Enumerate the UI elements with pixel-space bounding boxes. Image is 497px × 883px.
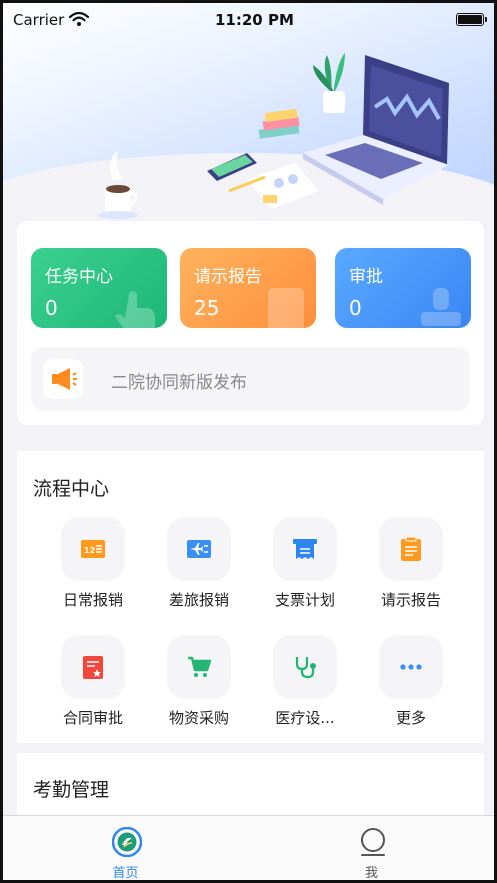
stethoscope-icon [295, 657, 316, 679]
battery-icon [456, 13, 487, 26]
document-icon [268, 288, 304, 328]
contract-icon [83, 656, 103, 679]
hand-pointer-icon [115, 291, 155, 328]
carrier-label: Carrier [13, 11, 65, 29]
tab-bar: 首页 我 [3, 815, 494, 880]
report-icon [401, 537, 421, 561]
grid-item-label: 日常报销 [62, 591, 123, 609]
section-title: 考勤管理 [33, 779, 110, 801]
check-plan-button[interactable]: 支票计划 [260, 517, 350, 617]
app-screen: Carrier 11:20 PM 任务中心 0 请示报告 25 审批 0 二院协… [0, 0, 497, 883]
profile-icon [361, 828, 385, 856]
material-purchase-button[interactable]: 物资采购 [154, 635, 244, 735]
tile-count: 0 [45, 296, 58, 320]
tab-home[interactable]: 首页 [3, 816, 248, 881]
more-button[interactable]: 更多 [366, 635, 456, 735]
grid-item-label: 物资采购 [168, 709, 229, 727]
grid-item-label: 合同审批 [62, 709, 123, 727]
approval-tile[interactable]: 审批 0 [335, 248, 471, 328]
wifi-icon [69, 12, 89, 26]
grid-item-label: 更多 [395, 709, 426, 727]
tile-label: 审批 [349, 267, 383, 287]
check-plan-icon [293, 539, 317, 559]
tile-label: 请示报告 [194, 267, 262, 287]
tile-count: 25 [194, 296, 220, 320]
svg-text:12: 12 [84, 546, 95, 555]
grid-item-label: 医疗设... [275, 709, 335, 727]
announcement-text: 二院协同新版发布 [111, 373, 247, 393]
tile-label: 任务中心 [45, 267, 113, 287]
section-title: 流程中心 [33, 478, 110, 500]
announcement-banner[interactable]: 二院协同新版发布 [31, 347, 470, 411]
travel-expense-button[interactable]: 差旅报销 [154, 517, 244, 617]
daily-expense-icon: 12 [81, 540, 105, 558]
megaphone-icon [52, 368, 77, 390]
task-center-tile[interactable]: 任务中心 0 [31, 248, 167, 328]
report-tile[interactable]: 请示报告 25 [180, 248, 316, 328]
medical-equipment-button[interactable]: 医疗设... [260, 635, 350, 735]
report-button[interactable]: 请示报告 [366, 517, 456, 617]
tile-count: 0 [349, 296, 362, 320]
office-illustration [98, 53, 449, 219]
summary-card: 任务中心 0 请示报告 25 审批 0 二院协同新版发布 [17, 221, 484, 425]
travel-expense-icon [187, 540, 211, 558]
grid-item-label: 差旅报销 [168, 591, 229, 609]
attendance-section: 考勤管理 [17, 753, 484, 823]
daily-expense-button[interactable]: 12 日常报销 [48, 517, 138, 617]
more-icon [400, 664, 422, 670]
status-time: 11:20 PM [215, 11, 294, 29]
tab-me[interactable]: 我 [249, 816, 494, 881]
shopping-cart-icon [188, 656, 211, 677]
status-bar: Carrier 11:20 PM [3, 3, 494, 37]
grid-item-label: 请示报告 [380, 591, 441, 609]
grid-item-label: 支票计划 [274, 591, 335, 609]
tab-label: 首页 [112, 866, 139, 881]
contract-approval-button[interactable]: 合同审批 [48, 635, 138, 735]
stamp-icon [421, 288, 461, 326]
home-logo-icon [112, 827, 142, 857]
process-center-section: 流程中心 12 日常报销 差旅报销 支票计划 请示报告 合同审批 物资采购 医疗… [17, 451, 484, 743]
tab-label: 我 [364, 866, 378, 881]
